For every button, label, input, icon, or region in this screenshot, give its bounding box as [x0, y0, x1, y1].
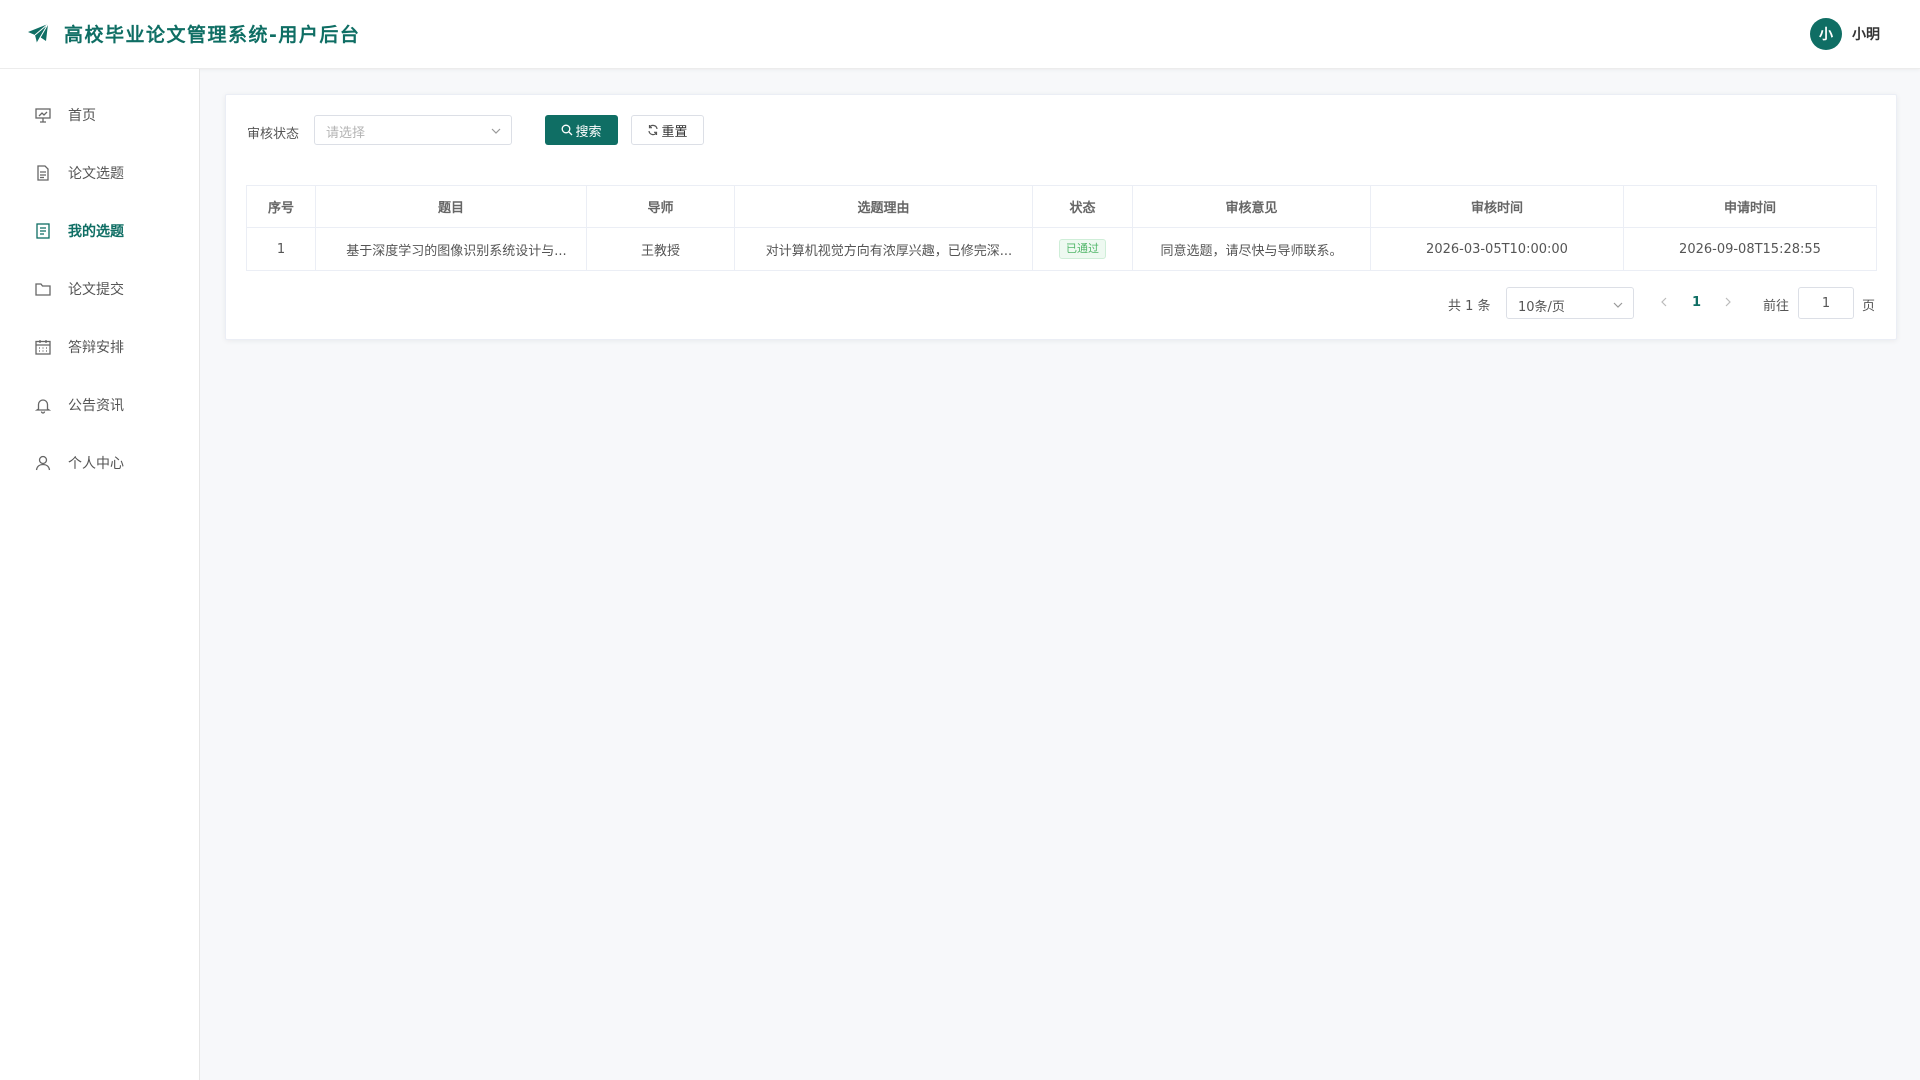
- chevron-left-icon[interactable]: [1658, 295, 1670, 309]
- sidebar-item-label: 论文选题: [68, 166, 124, 182]
- page-number-current[interactable]: 1: [1692, 295, 1701, 310]
- cell-title: 基于深度学习的图像识别系统设计与...: [315, 227, 587, 271]
- column-header-apply-time: 申请时间: [1623, 185, 1877, 228]
- brand[interactable]: 高校毕业论文管理系统-用户后台: [26, 20, 360, 47]
- chevron-down-icon: [1613, 302, 1623, 308]
- avatar[interactable]: 小: [1810, 18, 1842, 50]
- sidebar-item-label: 我的选题: [68, 224, 124, 240]
- cell-review-time: 2026-03-05T10:00:00: [1370, 227, 1624, 271]
- sidebar-item-announcements[interactable]: 公告资讯: [0, 385, 199, 425]
- select-placeholder: 请选择: [326, 126, 366, 141]
- review-status-select[interactable]: 请选择: [314, 115, 512, 145]
- reset-button-label: 重置: [661, 124, 688, 140]
- search-button-label: 搜索: [575, 124, 602, 140]
- sidebar-item-thesis-topics[interactable]: 论文选题: [0, 153, 199, 193]
- refresh-icon: [648, 124, 659, 136]
- user-name[interactable]: 小明: [1852, 24, 1880, 44]
- search-icon: [562, 124, 573, 136]
- sidebar-item-home[interactable]: 首页: [0, 95, 199, 135]
- bell-icon: [34, 399, 52, 414]
- sidebar-item-my-topics[interactable]: 我的选题: [0, 211, 199, 251]
- sidebar-item-label: 答辩安排: [68, 340, 124, 356]
- calendar-icon: [35, 340, 51, 355]
- page-unit-label: 页: [1862, 299, 1876, 314]
- content-card: 审核状态 请选择 搜索 重置 序号 题目 导师 选题理由 状态 审核意见 审核时…: [225, 94, 1897, 340]
- sidebar-item-label: 公告资讯: [68, 398, 124, 414]
- pagination-total: 共 1 条: [1448, 299, 1491, 314]
- cell-reason: 对计算机视觉方向有浓厚兴趣，已修完深...: [734, 227, 1033, 271]
- top-header: 高校毕业论文管理系统-用户后台 小 小明: [0, 0, 1920, 69]
- document-icon: [37, 165, 49, 181]
- pagination: 共 1 条 10条/页 1 前往 页: [226, 287, 1896, 321]
- sidebar-item-label: 首页: [68, 108, 96, 124]
- cell-advisor: 王教授: [586, 227, 735, 271]
- column-header-review-time: 审核时间: [1370, 185, 1624, 228]
- column-header-status: 状态: [1032, 185, 1133, 228]
- paper-plane-icon: [28, 23, 49, 43]
- sidebar-item-label: 个人中心: [68, 456, 124, 472]
- folder-icon: [35, 283, 51, 296]
- reset-button[interactable]: 重置: [631, 115, 704, 145]
- sidebar-item-thesis-submit[interactable]: 论文提交: [0, 269, 199, 309]
- table-row[interactable]: 1 基于深度学习的图像识别系统设计与... 王教授 对计算机视觉方向有浓厚兴趣，…: [246, 227, 1877, 271]
- column-header-index: 序号: [246, 185, 316, 228]
- column-header-opinion: 审核意见: [1132, 185, 1371, 228]
- chevron-down-icon: [491, 128, 501, 134]
- page-size-select[interactable]: 10条/页: [1506, 287, 1634, 319]
- sidebar-item-profile[interactable]: 个人中心: [0, 443, 199, 483]
- cell-apply-time: 2026-09-08T15:28:55: [1623, 227, 1877, 271]
- cell-status: 已通过: [1032, 227, 1133, 271]
- goto-page-input[interactable]: [1798, 287, 1854, 319]
- table-header-row: 序号 题目 导师 选题理由 状态 审核意见 审核时间 申请时间: [246, 185, 1877, 228]
- user-menu[interactable]: 小 小明: [1810, 18, 1880, 50]
- column-header-reason: 选题理由: [734, 185, 1033, 228]
- column-header-title: 题目: [315, 185, 587, 228]
- topics-table: 序号 题目 导师 选题理由 状态 审核意见 审核时间 申请时间 1 基于深度学习…: [246, 185, 1877, 271]
- sidebar-item-label: 论文提交: [68, 282, 124, 298]
- cell-index: 1: [246, 227, 316, 271]
- sidebar: 首页 论文选题 我的选题 论文提交 答辩安排 公告资讯 个人中心: [0, 69, 200, 1080]
- goto-label: 前往: [1763, 299, 1790, 314]
- cell-opinion: 同意选题，请尽快与导师联系。: [1132, 227, 1371, 271]
- sidebar-item-defense[interactable]: 答辩安排: [0, 327, 199, 367]
- filter-label: 审核状态: [247, 127, 300, 142]
- user-icon: [35, 455, 51, 471]
- page-size-value: 10条/页: [1518, 300, 1565, 315]
- document-list-icon: [36, 223, 50, 239]
- app-title: 高校毕业论文管理系统-用户后台: [64, 24, 361, 46]
- column-header-advisor: 导师: [586, 185, 735, 228]
- presentation-chart-icon: [35, 108, 51, 123]
- status-badge: 已通过: [1059, 239, 1106, 259]
- search-button[interactable]: 搜索: [545, 115, 618, 145]
- chevron-right-icon[interactable]: [1722, 295, 1734, 309]
